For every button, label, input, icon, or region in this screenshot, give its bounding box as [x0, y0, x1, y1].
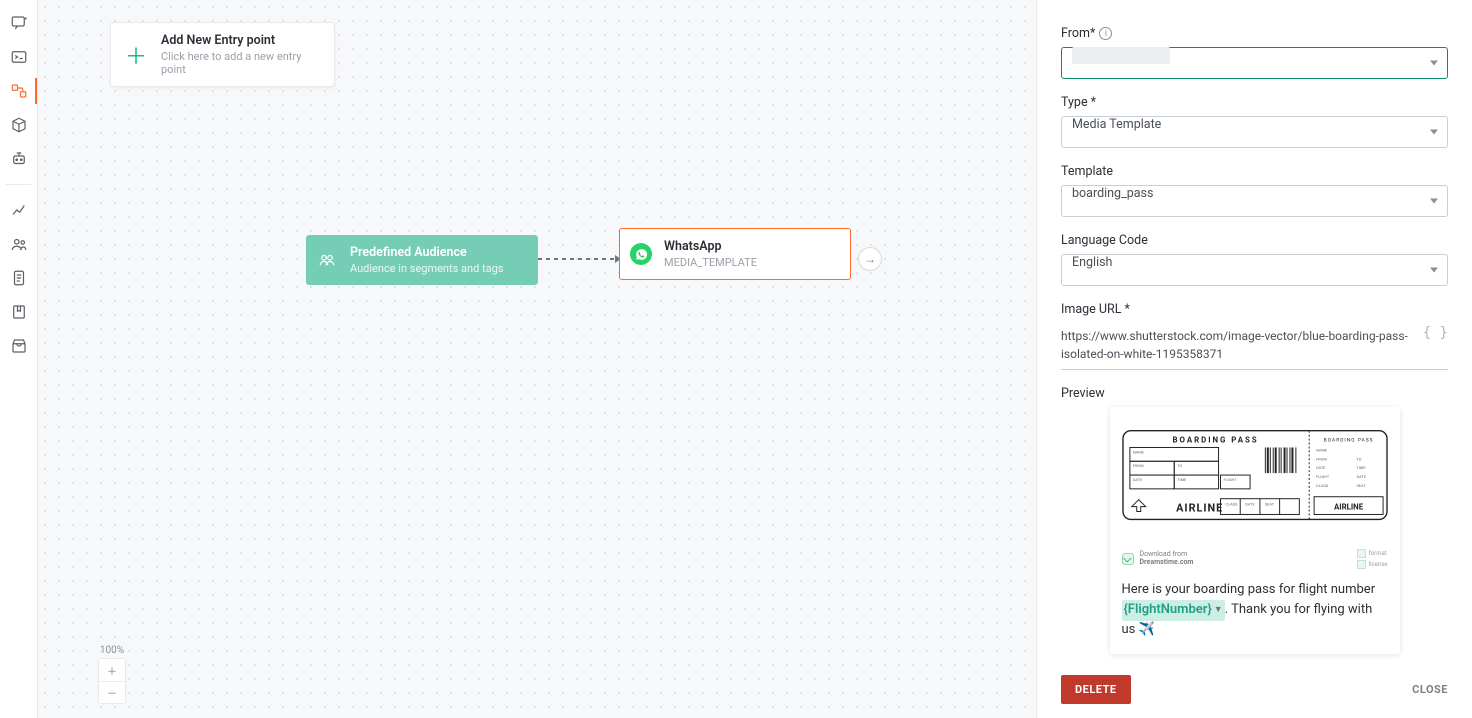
- audience-title: Predefined Audience: [350, 245, 524, 260]
- audience-icon: [316, 249, 338, 271]
- svg-text:TIME: TIME: [1356, 465, 1366, 470]
- svg-text:CLASS: CLASS: [1225, 502, 1238, 507]
- svg-text:DATE: DATE: [1132, 477, 1142, 482]
- svg-text:FLIGHT: FLIGHT: [1316, 474, 1330, 479]
- nav-flow-icon[interactable]: [0, 74, 37, 108]
- svg-text:NAME: NAME: [1316, 447, 1328, 452]
- zoom-control: 100% ＋ －: [98, 645, 126, 704]
- whatsapp-title: WhatsApp: [664, 239, 836, 254]
- nav-package-icon[interactable]: [0, 108, 37, 142]
- nav-store-icon[interactable]: [0, 329, 37, 363]
- svg-text:FLIGHT: FLIGHT: [1223, 477, 1237, 482]
- template-select[interactable]: boarding_pass: [1061, 185, 1448, 217]
- variable-picker-icon[interactable]: { }: [1423, 325, 1448, 341]
- audience-subtitle: Audience in segments and tags: [350, 262, 524, 275]
- svg-text:BOARDING PASS: BOARDING PASS: [1172, 436, 1258, 445]
- svg-text:BOARDING PASS: BOARDING PASS: [1323, 438, 1373, 444]
- nav-terminal-icon[interactable]: [0, 40, 37, 74]
- delete-button[interactable]: DELETE: [1061, 675, 1131, 704]
- svg-text:NAME: NAME: [1132, 449, 1144, 454]
- svg-text:GATE: GATE: [1245, 502, 1255, 507]
- svg-text:GATE: GATE: [1356, 474, 1366, 479]
- svg-text:SEAT: SEAT: [1264, 502, 1274, 507]
- svg-text:DATE: DATE: [1316, 465, 1326, 470]
- svg-text:FROM: FROM: [1132, 463, 1143, 468]
- node-settings-panel: From*i hidden Type * Media Template Temp…: [1036, 0, 1472, 718]
- svg-text:CLASS: CLASS: [1316, 483, 1329, 488]
- whatsapp-out-port[interactable]: →: [858, 247, 882, 271]
- svg-text:TIME: TIME: [1177, 477, 1187, 482]
- nav-chat-icon[interactable]: [0, 6, 37, 40]
- svg-text:SEAT: SEAT: [1356, 483, 1366, 488]
- flow-canvas[interactable]: ＋ Add New Entry point Click here to add …: [38, 0, 1036, 718]
- entry-subtitle: Click here to add a new entry point: [161, 50, 318, 76]
- preview-text: Here is your boarding pass for flight nu…: [1110, 573, 1400, 654]
- edge-audience-whatsapp: [538, 258, 620, 260]
- type-select[interactable]: Media Template: [1061, 116, 1448, 148]
- nav-bot-icon[interactable]: [0, 142, 37, 176]
- svg-text:TO: TO: [1177, 463, 1182, 468]
- zoom-in-button[interactable]: ＋: [99, 659, 125, 681]
- image-url-input[interactable]: https://www.shutterstock.com/image-vecto…: [1061, 323, 1448, 370]
- template-label: Template: [1061, 164, 1448, 179]
- add-entry-point-card[interactable]: ＋ Add New Entry point Click here to add …: [110, 22, 335, 87]
- preview-image: BOARDING PASS BOARDING PASS NAME FROM TO…: [1110, 407, 1400, 573]
- nav-analytics-icon[interactable]: [0, 193, 37, 227]
- whatsapp-subtitle: MEDIA_TEMPLATE: [664, 256, 836, 269]
- whatsapp-icon: [630, 243, 652, 265]
- plane-emoji: ✈️: [1139, 622, 1155, 637]
- nav-bookmark-icon[interactable]: [0, 295, 37, 329]
- from-label: From*i: [1061, 26, 1448, 41]
- left-nav-rail: [0, 0, 38, 718]
- predefined-audience-node[interactable]: Predefined Audience Audience in segments…: [306, 235, 538, 285]
- image-url-label: Image URL *: [1061, 302, 1448, 317]
- svg-text:AIRLINE: AIRLINE: [1176, 502, 1223, 515]
- canvas-wrap: ＋ Add New Entry point Click here to add …: [38, 0, 1472, 718]
- svg-text:AIRLINE: AIRLINE: [1333, 503, 1363, 512]
- preview-card: BOARDING PASS BOARDING PASS NAME FROM TO…: [1110, 407, 1400, 654]
- zoom-percent: 100%: [100, 645, 124, 656]
- plus-icon: ＋: [125, 39, 147, 71]
- close-button[interactable]: CLOSE: [1412, 683, 1448, 696]
- preview-label: Preview: [1061, 386, 1448, 401]
- type-label: Type *: [1061, 95, 1448, 110]
- whatsapp-node[interactable]: WhatsApp MEDIA_TEMPLATE: [619, 228, 851, 280]
- nav-doc-icon[interactable]: [0, 261, 37, 295]
- zoom-out-button[interactable]: －: [99, 681, 125, 703]
- variable-chip-flightnumber[interactable]: {FlightNumber}▼: [1122, 600, 1225, 621]
- language-label: Language Code: [1061, 233, 1448, 248]
- language-select[interactable]: English: [1061, 254, 1448, 286]
- svg-text:TO: TO: [1356, 456, 1361, 461]
- from-select[interactable]: hidden: [1061, 47, 1448, 79]
- info-icon[interactable]: i: [1099, 27, 1112, 40]
- nav-people-icon[interactable]: [0, 227, 37, 261]
- svg-text:FROM: FROM: [1316, 456, 1327, 461]
- entry-title: Add New Entry point: [161, 33, 318, 48]
